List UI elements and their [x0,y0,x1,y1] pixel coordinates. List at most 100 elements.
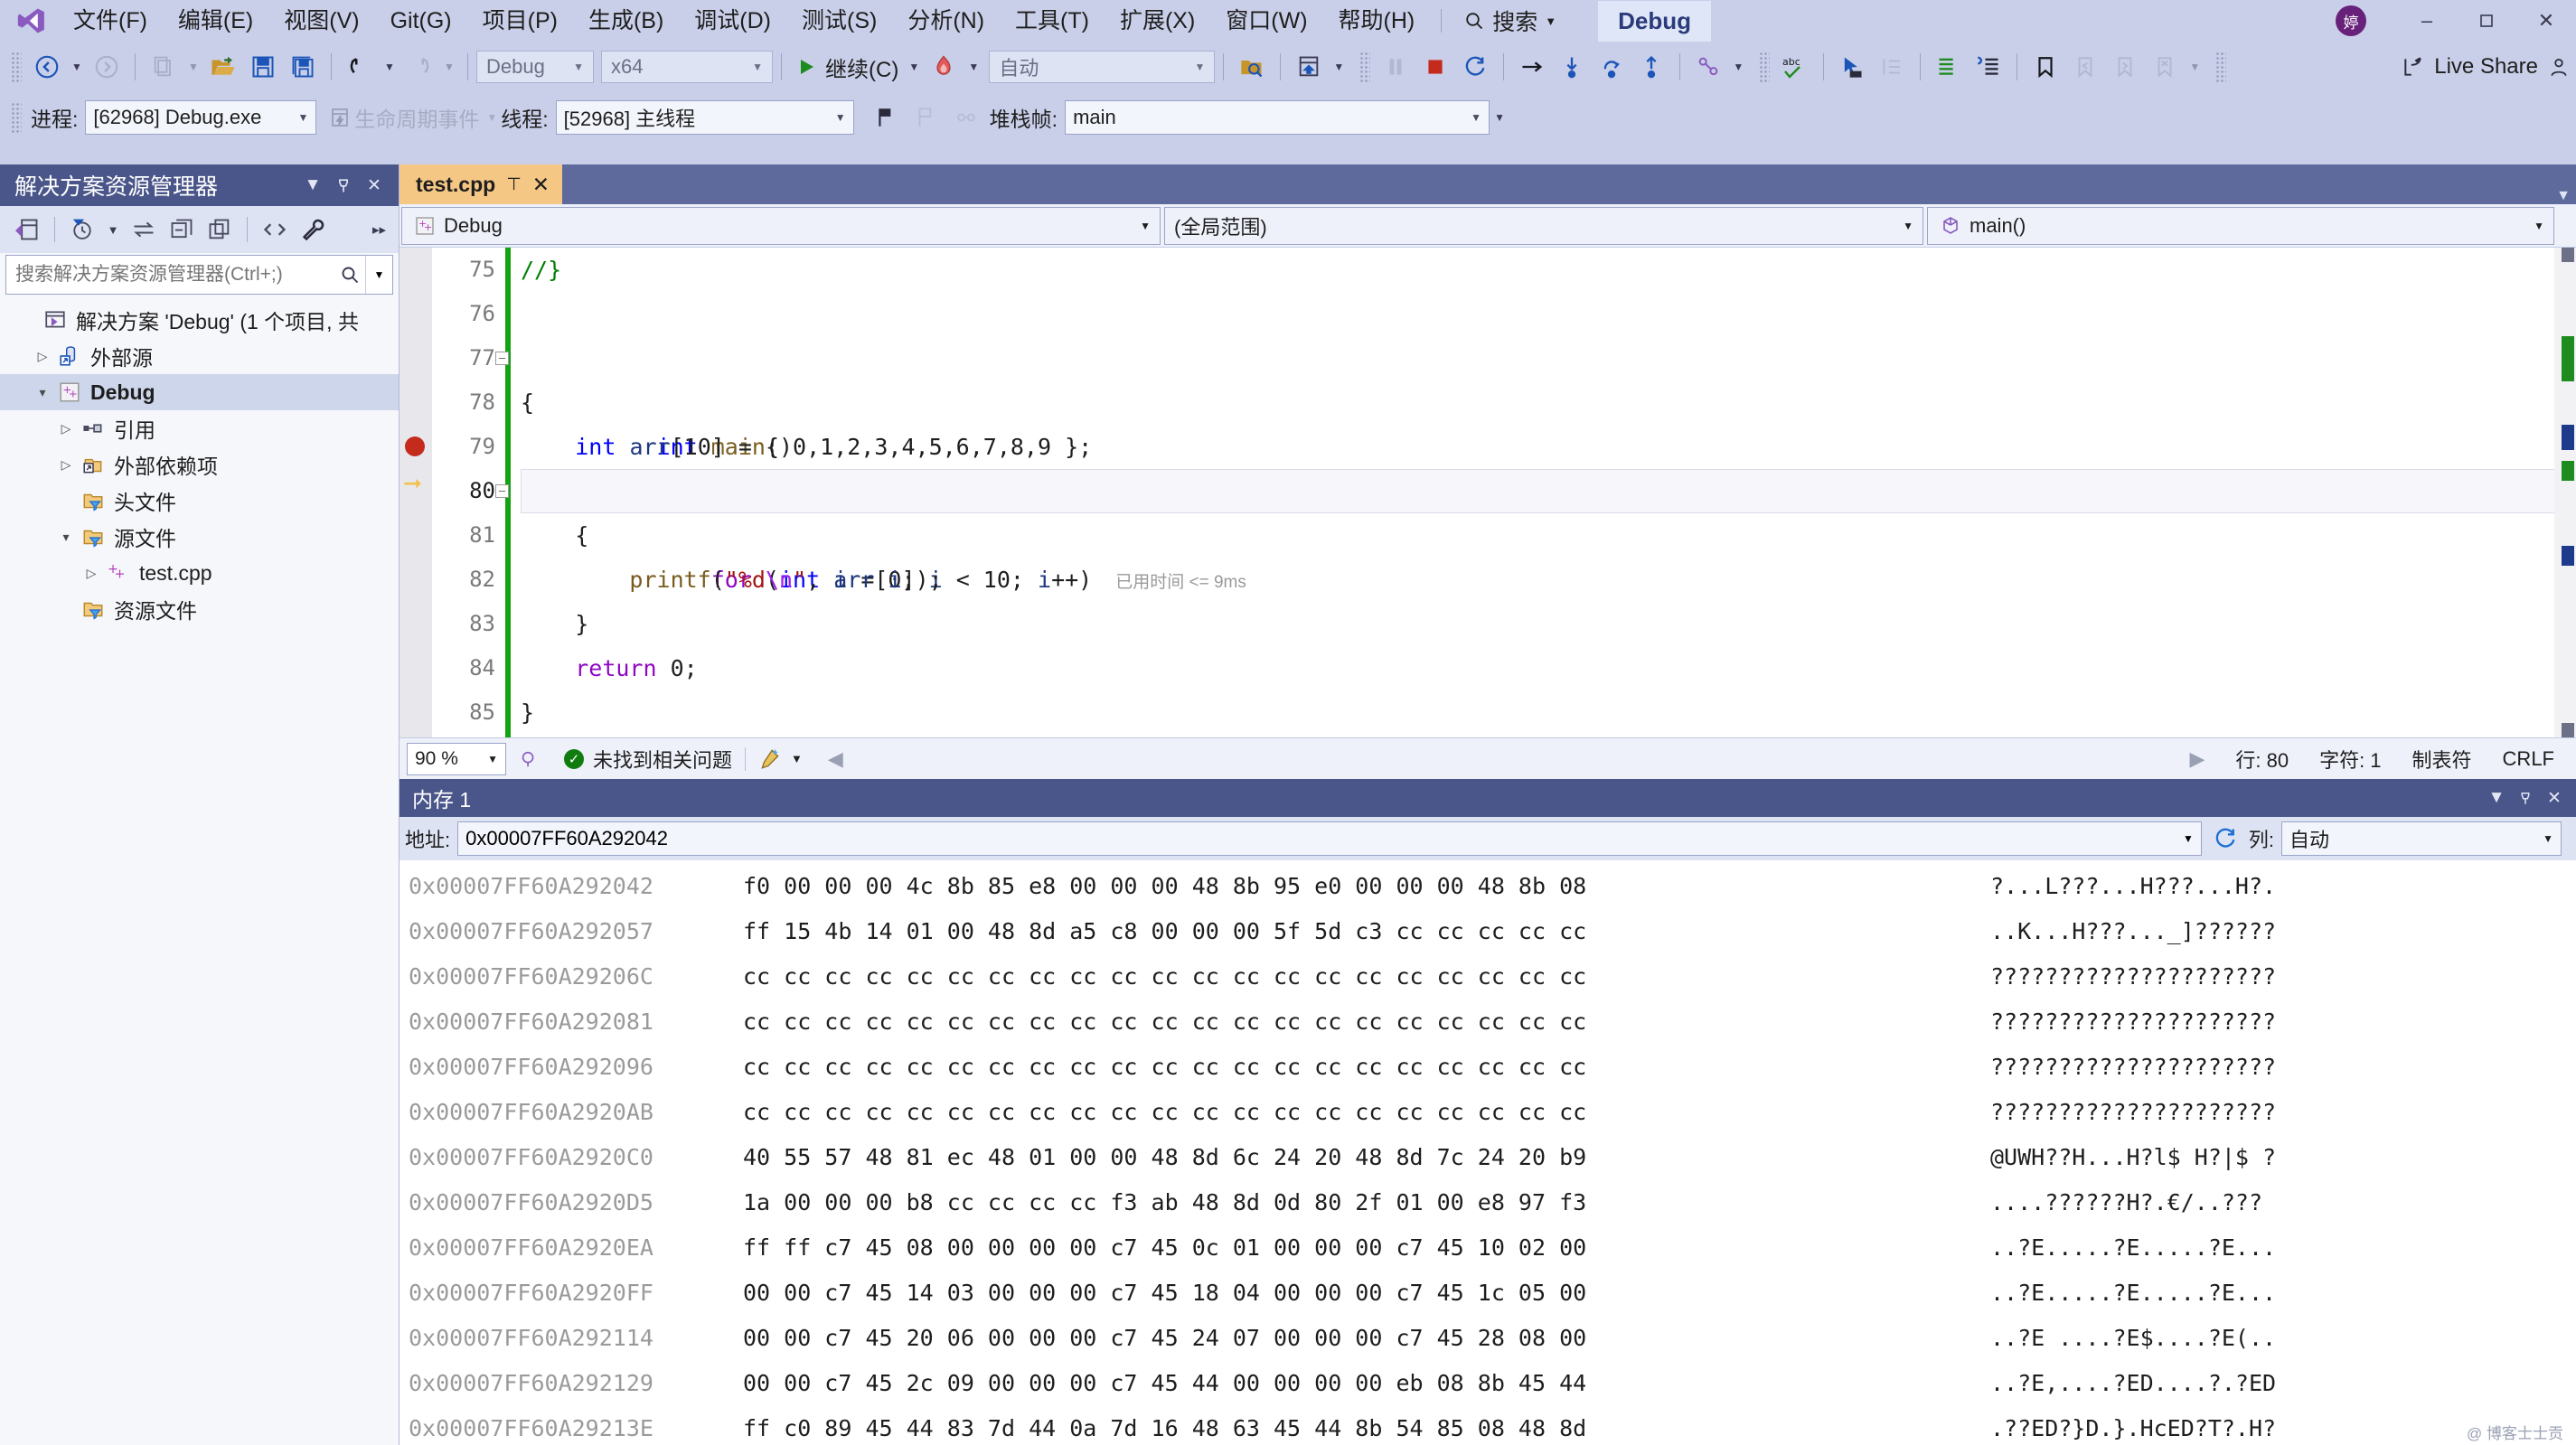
minimize-icon[interactable]: – [2397,0,2457,42]
memory-row[interactable]: 0x00007FF60A29213E ff c0 89 45 44 83 7d 4… [400,1406,2576,1443]
step-over-icon[interactable] [1512,47,1552,87]
new-item-icon[interactable] [144,47,183,87]
menu-item-project[interactable]: 项目(P) [467,0,573,42]
next-icon[interactable]: ▶ [2176,747,2217,771]
avatar[interactable]: 婷 [2336,5,2366,36]
memory-row[interactable]: 0x00007FF60A2920FF 00 00 c7 45 14 03 00 0… [400,1271,2576,1316]
save-all-icon[interactable] [283,47,323,87]
show-window-dropdown[interactable]: ▼ [1329,47,1349,87]
solution-search-box[interactable]: ▼ [5,255,393,295]
member-scope-combo[interactable]: main() ▼ [1927,206,2554,245]
address-input[interactable]: 0x00007FF60A292042 ▼ [457,821,2202,856]
threads-icon[interactable] [1688,47,1728,87]
continue-dropdown[interactable]: ▼ [904,47,924,87]
columns-combo[interactable]: 自动 ▼ [2281,821,2562,856]
memory-row[interactable]: 0x00007FF60A292096 cc cc cc cc cc cc cc c… [400,1045,2576,1090]
toolbar-grip[interactable] [1759,52,1771,82]
project-scope-combo[interactable]: + + Debug ▼ [401,206,1161,245]
live-share-button[interactable]: Live Share [2402,54,2576,80]
close-icon[interactable]: ✕ [359,167,390,203]
hot-reload-icon[interactable] [924,47,964,87]
fold-toggle-icon[interactable]: – [495,484,509,498]
toolbar-grip[interactable] [11,52,22,82]
menu-item-analyze[interactable]: 分析(N) [892,0,1000,42]
stop-icon[interactable] [1415,47,1455,87]
tree-item-solution[interactable]: 解决方案 'Debug' (1 个项目, 共 [0,302,399,338]
global-scope-combo[interactable]: (全局范围) ▼ [1164,206,1923,245]
tree-item-external-sources[interactable]: ▷ 外部源 [0,338,399,374]
memory-dump[interactable]: 0x00007FF60A292042 f0 00 00 00 4c 8b 85 e… [400,860,2576,1443]
editor-scrollbar[interactable] [2554,248,2576,737]
flag-icon[interactable] [867,98,907,137]
chevron-right-icon[interactable]: ▷ [54,457,78,473]
stackframe-combo[interactable]: main ▼ [1065,100,1490,135]
platform-combo[interactable]: x64 ▼ [601,51,773,83]
close-icon[interactable]: ✕ [532,173,550,197]
code-editor[interactable]: ➞ 75 76 77 78 79 80 81 82 83 84 85 //} –… [400,248,2576,737]
tree-item-resource-files[interactable]: 资源文件 [0,591,399,627]
refresh-icon[interactable] [2209,826,2242,851]
menu-item-git[interactable]: Git(G) [375,0,467,42]
restart-icon[interactable] [1455,47,1495,87]
tree-item-project-debug[interactable]: ▾ + + Debug [0,374,399,410]
undo-dropdown[interactable]: ▼ [380,47,400,87]
pending-changes-icon[interactable] [64,211,100,249]
bookmark-icon[interactable] [2026,47,2065,87]
toolbar-grip[interactable] [1359,52,1371,82]
process-combo[interactable]: [62968] Debug.exe ▼ [85,100,317,135]
chevron-down-icon[interactable]: ▼ [486,111,497,124]
spell-check-icon[interactable]: abc [1775,47,1815,87]
pin-icon[interactable]: ⊤ [506,174,522,195]
previous-icon[interactable]: ◀ [815,747,856,771]
step-over-arc-icon[interactable] [1592,47,1631,87]
tree-item-source-files[interactable]: ▾ 源文件 [0,519,399,555]
menu-item-extensions[interactable]: 扩展(X) [1105,0,1210,42]
breakpoint-indicator[interactable] [405,436,425,456]
menu-item-build[interactable]: 生成(B) [573,0,679,42]
chevron-down-icon[interactable]: ▼ [2482,780,2511,816]
bookmark-dropdown[interactable]: ▼ [2185,47,2205,87]
fold-toggle-icon[interactable]: – [495,352,509,365]
redo-icon[interactable] [400,47,439,87]
restore-icon[interactable] [2457,0,2516,42]
memory-row[interactable]: 0x00007FF60A292081 cc cc cc cc cc cc cc c… [400,999,2576,1045]
pending-changes-dropdown[interactable]: ▼ [102,211,124,249]
memory-row[interactable]: 0x00007FF60A292042 f0 00 00 00 4c 8b 85 e… [400,864,2576,909]
tree-item-external-dependencies[interactable]: ▷ 外部依赖项 [0,446,399,483]
previous-bookmark-icon[interactable] [2065,47,2105,87]
chevron-down-icon[interactable]: ▾ [54,530,78,545]
global-search[interactable]: 搜索 ▼ [1453,5,1567,37]
memory-row[interactable]: 0x00007FF60A2920D5 1a 00 00 00 b8 cc cc c… [400,1180,2576,1225]
chevron-down-icon[interactable]: ▼ [1545,14,1556,28]
chevron-down-icon[interactable]: ▼ [2183,832,2194,845]
save-icon[interactable] [243,47,283,87]
pin-icon[interactable] [328,167,359,203]
auto-combo[interactable]: 自动 ▼ [989,51,1216,83]
properties-icon[interactable] [295,211,331,249]
menu-item-edit[interactable]: 编辑(E) [163,0,268,42]
zoom-combo[interactable]: 90 % ▼ [407,742,506,775]
hot-reload-dropdown[interactable]: ▼ [964,47,983,87]
menu-item-tools[interactable]: 工具(T) [1000,0,1105,42]
solution-toolbar-overflow[interactable]: ▸▸ [372,221,390,238]
memory-row[interactable]: 0x00007FF60A292129 00 00 c7 45 2c 09 00 0… [400,1361,2576,1406]
comment-icon[interactable] [1929,47,1969,87]
show-window-icon[interactable] [1289,47,1329,87]
search-input[interactable] [6,264,334,286]
tree-item-references[interactable]: ▷ 引用 [0,410,399,446]
issues-status[interactable]: ✓ 未找到相关问题 [551,745,745,774]
chevron-down-icon[interactable]: ▼ [297,167,328,203]
debugbar-overflow[interactable]: ▼ [1490,98,1509,137]
memory-row[interactable]: 0x00007FF60A292057 ff 15 4b 14 01 00 48 8… [400,909,2576,954]
menu-item-file[interactable]: 文件(F) [58,0,163,42]
navigate-back-icon[interactable] [27,47,67,87]
memory-row[interactable]: 0x00007FF60A2920EA ff ff c7 45 08 00 00 0… [400,1225,2576,1271]
menu-item-help[interactable]: 帮助(H) [1323,0,1431,42]
undo-icon[interactable] [340,47,380,87]
continue-button[interactable]: 继续(C) [790,47,904,87]
chevron-right-icon[interactable]: ▷ [80,566,103,581]
navigate-back-dropdown[interactable]: ▼ [67,47,87,87]
chevron-down-icon[interactable]: ▾ [31,385,54,400]
redo-dropdown[interactable]: ▼ [439,47,459,87]
scroll-up-arrow[interactable] [2562,248,2574,262]
